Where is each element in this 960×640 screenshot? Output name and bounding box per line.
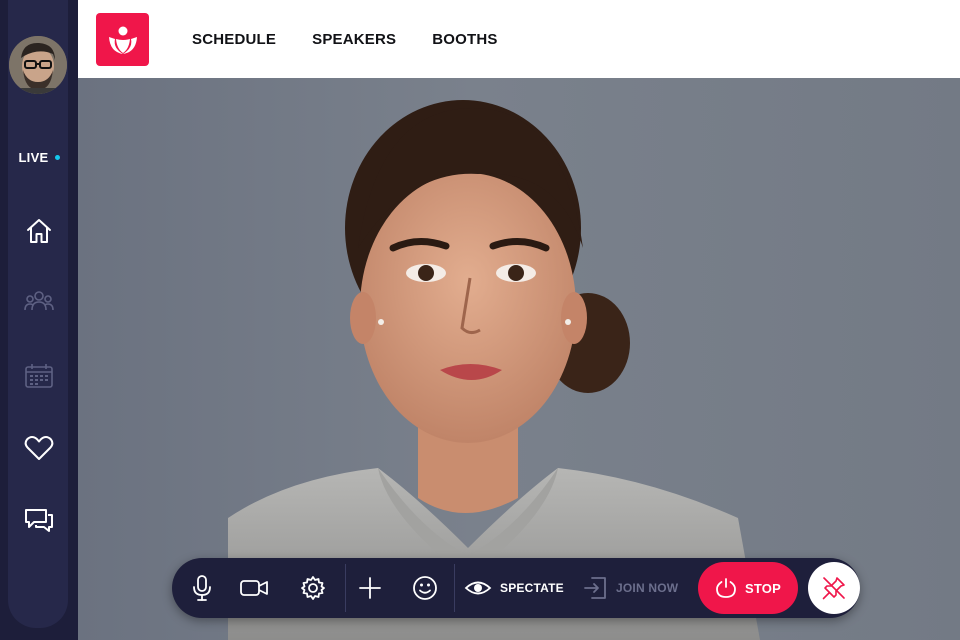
menu-item-schedule[interactable]: SCHEDULE bbox=[192, 31, 276, 48]
power-icon bbox=[716, 578, 736, 598]
settings-button[interactable] bbox=[292, 568, 334, 608]
stop-label: STOP bbox=[745, 580, 781, 596]
add-button[interactable] bbox=[350, 568, 390, 608]
call-control-bar: SPECTATE JOIN NOW STOP bbox=[172, 558, 860, 618]
plus-icon bbox=[359, 577, 381, 599]
control-separator bbox=[345, 564, 346, 612]
heart-icon bbox=[24, 436, 54, 460]
sidebar-item-favorites[interactable] bbox=[19, 428, 59, 468]
microphone-icon bbox=[193, 575, 211, 601]
chat-icon bbox=[25, 509, 53, 532]
control-separator bbox=[454, 564, 455, 612]
sidebar-item-home[interactable] bbox=[19, 211, 59, 251]
lotus-logo-icon bbox=[108, 26, 137, 54]
spectate-label: SPECTATE bbox=[500, 581, 564, 595]
sidebar-item-people[interactable] bbox=[19, 282, 59, 322]
speaker-video-feed bbox=[228, 100, 760, 640]
enter-icon bbox=[584, 577, 606, 599]
avatar[interactable] bbox=[9, 36, 67, 94]
emoji-icon bbox=[413, 576, 437, 600]
sidebar-item-chat[interactable] bbox=[19, 500, 59, 540]
brand-logo[interactable] bbox=[96, 13, 149, 66]
people-icon bbox=[24, 291, 54, 311]
spectate-button[interactable]: SPECTATE bbox=[464, 568, 566, 608]
camera-icon bbox=[240, 580, 268, 596]
sidebar: LIVE bbox=[0, 0, 78, 640]
live-indicator: LIVE bbox=[0, 150, 78, 165]
unpin-icon bbox=[822, 577, 845, 600]
menu-item-booths[interactable]: BOOTHS bbox=[432, 31, 497, 48]
home-icon bbox=[27, 219, 51, 243]
unpin-button[interactable] bbox=[808, 562, 860, 614]
top-bar: SCHEDULE SPEAKERS BOOTHS bbox=[78, 0, 960, 78]
join-now-label: JOIN NOW bbox=[616, 581, 679, 595]
microphone-button[interactable] bbox=[182, 568, 222, 608]
stop-button[interactable]: STOP bbox=[698, 562, 798, 614]
main-menu: SCHEDULE SPEAKERS BOOTHS bbox=[192, 0, 498, 78]
emoji-button[interactable] bbox=[404, 568, 446, 608]
avatar-image bbox=[9, 36, 67, 94]
join-now-button[interactable]: JOIN NOW bbox=[582, 568, 692, 608]
video-stage[interactable] bbox=[78, 78, 960, 640]
menu-item-speakers[interactable]: SPEAKERS bbox=[312, 31, 396, 48]
live-label: LIVE bbox=[18, 150, 49, 165]
sidebar-item-calendar[interactable] bbox=[19, 356, 59, 396]
settings-icon bbox=[301, 576, 325, 600]
calendar-icon bbox=[25, 364, 53, 388]
live-dot bbox=[54, 155, 60, 161]
camera-button[interactable] bbox=[232, 568, 276, 608]
eye-icon bbox=[464, 581, 492, 595]
